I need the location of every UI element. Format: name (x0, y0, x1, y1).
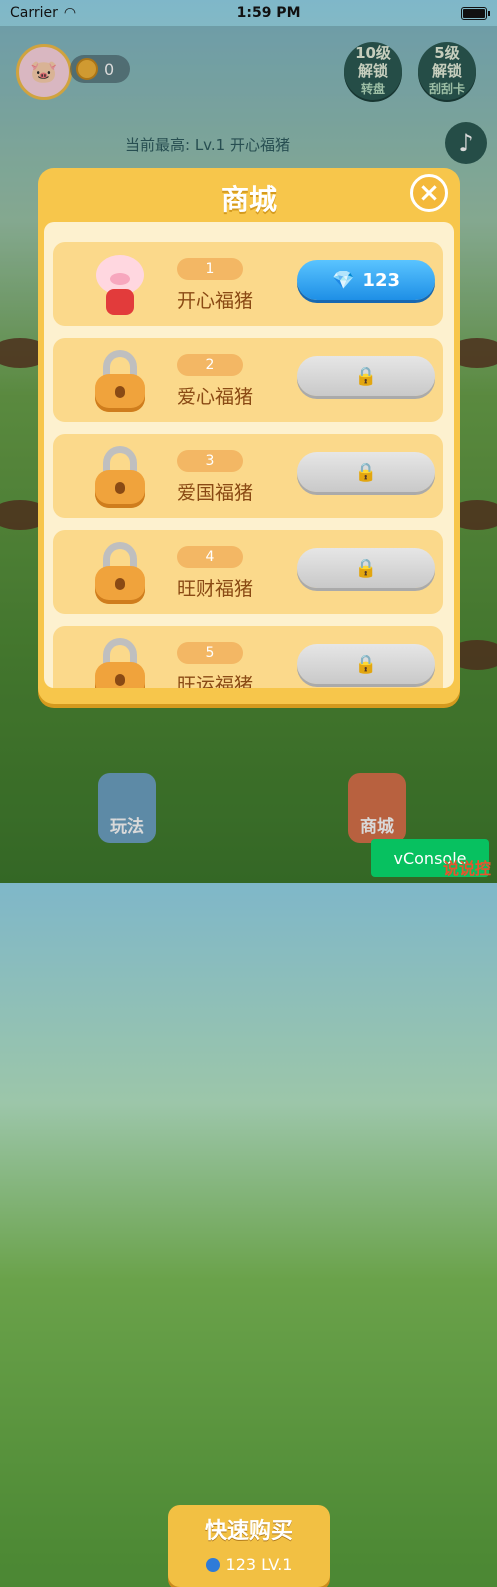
item-level: 3 (177, 450, 243, 472)
shop-modal: 商城 × 1 开心福猪 💎 123 2 爱心福猪 🔒 3 爱国福猪 🔒 4 旺财… (38, 168, 460, 704)
list-item: 5 旺运福猪 🔒 (53, 626, 443, 688)
lock-icon: 🔒 (354, 653, 378, 675)
lock-icon (85, 634, 155, 688)
locked-buy-button[interactable]: 🔒 (297, 452, 435, 492)
list-item: 4 旺财福猪 🔒 (53, 530, 443, 614)
status-bar: Carrier ◠ 1:59 PM (0, 0, 497, 26)
item-level: 1 (177, 258, 243, 280)
wifi-icon: ◠ (63, 5, 77, 21)
quick-buy-price: 123 LV.1 (225, 1555, 293, 1574)
buy-price: 123 (362, 269, 400, 291)
list-item: 3 爱国福猪 🔒 (53, 434, 443, 518)
lock-icon: 🔒 (354, 461, 378, 483)
buy-button[interactable]: 💎 123 (297, 260, 435, 300)
item-name: 旺财福猪 (177, 578, 254, 600)
item-name: 爱国福猪 (177, 482, 254, 504)
lock-icon (85, 346, 155, 416)
lock-icon: 🔒 (354, 365, 378, 387)
item-level: 5 (177, 642, 243, 664)
carrier-label: Carrier (10, 5, 58, 21)
list-item: 2 爱心福猪 🔒 (53, 338, 443, 422)
locked-buy-button[interactable]: 🔒 (297, 356, 435, 396)
lock-icon (85, 442, 155, 512)
watermark: 说说控 (442, 859, 491, 878)
quick-buy-title: 快速购买 (204, 1519, 293, 1544)
gem-icon (205, 1557, 220, 1572)
gem-icon: 💎 (332, 269, 355, 291)
lock-icon (85, 538, 155, 608)
locked-buy-button[interactable]: 🔒 (297, 548, 435, 588)
item-name: 开心福猪 (177, 290, 254, 312)
quick-buy-button[interactable]: 快速购买 123 LV.1 (168, 1505, 330, 1587)
modal-title: 商城 (220, 183, 277, 216)
item-level: 4 (177, 546, 243, 568)
item-name: 旺运福猪 (177, 674, 254, 688)
item-level: 2 (177, 354, 243, 376)
locked-buy-button[interactable]: 🔒 (297, 644, 435, 684)
list-item: 1 开心福猪 💎 123 (53, 242, 443, 326)
shop-list[interactable]: 1 开心福猪 💎 123 2 爱心福猪 🔒 3 爱国福猪 🔒 4 旺财福猪 🔒 … (44, 222, 454, 688)
battery-icon (461, 6, 490, 20)
lock-icon: 🔒 (354, 557, 378, 579)
close-icon[interactable]: × (410, 174, 448, 212)
pig-icon (85, 250, 155, 320)
item-name: 爱心福猪 (177, 386, 254, 408)
status-time: 1:59 PM (236, 5, 301, 21)
